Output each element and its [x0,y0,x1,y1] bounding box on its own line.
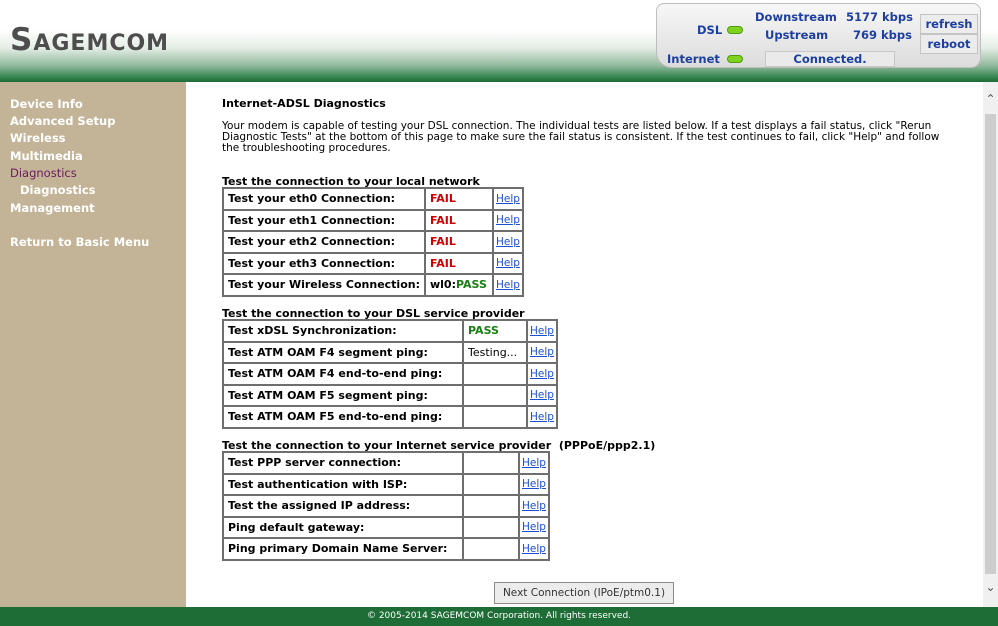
table-row: Test your Wireless Connection: wl0:PASS … [222,273,524,297]
help-link[interactable]: Help [491,187,524,211]
help-link[interactable]: Help [518,537,550,561]
dsl-status-led-icon [727,26,743,34]
test-label: Test your Wireless Connection: [222,273,426,297]
downstream-value: 5177 kbps [846,10,913,24]
main-content: Internet-ADSL Diagnostics Your modem is … [196,82,986,607]
upstream-value: 769 kbps [853,28,912,42]
table-row: Test your eth2 Connection: FAIL Help [222,230,524,254]
test-label: Test your eth1 Connection: [222,208,426,232]
test-label: Test your eth3 Connection: [222,251,426,275]
help-link[interactable]: Help [526,405,558,429]
table-row: Test the assigned IP address: Help [222,494,550,518]
test-result [462,472,520,496]
help-link[interactable]: Help [518,472,550,496]
sidebar-subitem-diagnostics[interactable]: Diagnostics [20,183,96,197]
scroll-up-arrow-icon[interactable]: ⌃ [983,92,998,106]
test-label: Ping default gateway: [222,515,464,539]
table-row: Test your eth3 Connection: FAIL Help [222,251,524,275]
sidebar-item-advanced-setup[interactable]: Advanced Setup [10,114,115,128]
test-result: FAIL [423,187,494,211]
reboot-button[interactable]: reboot [920,34,978,54]
test-label: Test your eth0 Connection: [222,187,426,211]
page-title: Internet-ADSL Diagnostics [222,97,386,110]
table-row: Test ATM OAM F4 segment ping: Testing...… [222,340,558,364]
sidebar: Device Info Advanced Setup Wireless Mult… [0,82,186,607]
test-result [462,451,520,475]
help-link[interactable]: Help [526,362,558,386]
isp-connection-name: (PPPoE/ppp2.1) [558,439,656,452]
test-result [462,537,520,561]
test-result: FAIL [423,251,494,275]
footer-copyright: © 2005-2014 SAGEMCOM Corporation. All ri… [0,607,998,626]
sidebar-item-diagnostics[interactable]: Diagnostics [10,166,77,180]
test-label: Test xDSL Synchronization: [222,319,464,343]
table-row: Test authentication with ISP: Help [222,472,550,496]
table-row: Test your eth0 Connection: FAIL Help [222,187,524,211]
help-link[interactable]: Help [491,251,524,275]
return-to-basic-menu-link[interactable]: Return to Basic Menu [10,235,149,249]
sidebar-item-device-info[interactable]: Device Info [10,97,83,111]
table-row: Test xDSL Synchronization: PASS Help [222,319,558,343]
downstream-label: Downstream [755,10,837,24]
help-link[interactable]: Help [491,273,524,297]
help-link[interactable]: Help [491,208,524,232]
next-connection-button[interactable]: Next Connection (IPoE/ptm0.1) [494,582,674,604]
test-label: Test ATM OAM F4 end-to-end ping: [222,362,464,386]
test-label: Ping primary Domain Name Server: [222,537,464,561]
test-result: FAIL [423,208,494,232]
intro-text: Your modem is capable of testing your DS… [222,120,940,154]
refresh-button[interactable]: refresh [920,14,978,34]
test-label: Test PPP server connection: [222,451,464,475]
test-result [462,362,528,386]
test-label: Test your eth2 Connection: [222,230,426,254]
test-label: Test ATM OAM F4 segment ping: [222,340,464,364]
scroll-down-arrow-icon[interactable]: ⌄ [983,580,998,594]
table-row: Test your eth1 Connection: FAIL Help [222,208,524,232]
table-row: Test ATM OAM F5 segment ping: Help [222,383,558,407]
dsl-label: DSL [697,23,723,37]
help-link[interactable]: Help [526,340,558,364]
test-label: Test the assigned IP address: [222,494,464,518]
internet-status-led-icon [727,55,743,63]
test-result [462,405,528,429]
test-label: Test ATM OAM F5 end-to-end ping: [222,405,464,429]
test-result: wl0:PASS [423,273,494,297]
local-network-table: Test your eth0 Connection: FAIL Help Tes… [222,187,524,297]
table-row: Ping primary Domain Name Server: Help [222,537,550,561]
test-label: Test ATM OAM F5 segment ping: [222,383,464,407]
help-link[interactable]: Help [518,515,550,539]
status-panel: DSL Downstream 5177 kbps Upstream 769 kb… [656,3,981,68]
internet-status-text: Connected. [765,51,895,67]
table-row: Test ATM OAM F5 end-to-end ping: Help [222,405,558,429]
test-result: FAIL [423,230,494,254]
test-result: Testing... [462,340,528,364]
table-row: Test ATM OAM F4 end-to-end ping: Help [222,362,558,386]
isp-table: Test PPP server connection: Help Test au… [222,451,550,561]
sagemcom-logo: Sagemcom [10,22,170,58]
help-link[interactable]: Help [518,451,550,475]
test-result [462,494,520,518]
header: Sagemcom DSL Downstream 5177 kbps Upstre… [0,0,998,82]
internet-label: Internet [667,52,720,66]
help-link[interactable]: Help [526,383,558,407]
sidebar-item-wireless[interactable]: Wireless [10,131,66,145]
dsl-table: Test xDSL Synchronization: PASS Help Tes… [222,319,558,429]
test-result [462,383,528,407]
table-row: Ping default gateway: Help [222,515,550,539]
sidebar-item-management[interactable]: Management [10,201,95,215]
table-row: Test PPP server connection: Help [222,451,550,475]
help-link[interactable]: Help [518,494,550,518]
scrollbar[interactable]: ⌃ ⌄ [983,82,998,607]
scrollbar-thumb[interactable] [985,114,996,574]
test-result [462,515,520,539]
test-label: Test authentication with ISP: [222,472,464,496]
help-link[interactable]: Help [526,319,558,343]
upstream-label: Upstream [765,28,829,42]
sidebar-item-multimedia[interactable]: Multimedia [10,149,83,163]
help-link[interactable]: Help [491,230,524,254]
test-result: PASS [462,319,528,343]
